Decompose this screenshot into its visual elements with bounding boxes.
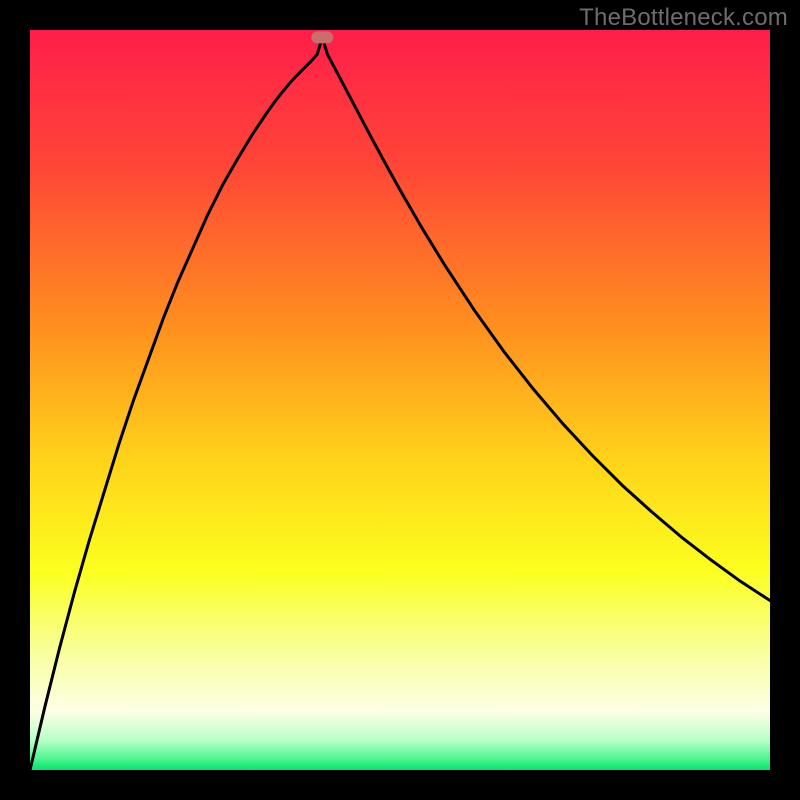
watermark-text: TheBottleneck.com <box>579 4 788 32</box>
bottleneck-chart <box>30 30 770 770</box>
chart-frame: TheBottleneck.com <box>0 0 800 800</box>
plot-area <box>30 30 770 770</box>
gradient-background <box>30 30 770 770</box>
optimum-marker <box>311 31 333 43</box>
